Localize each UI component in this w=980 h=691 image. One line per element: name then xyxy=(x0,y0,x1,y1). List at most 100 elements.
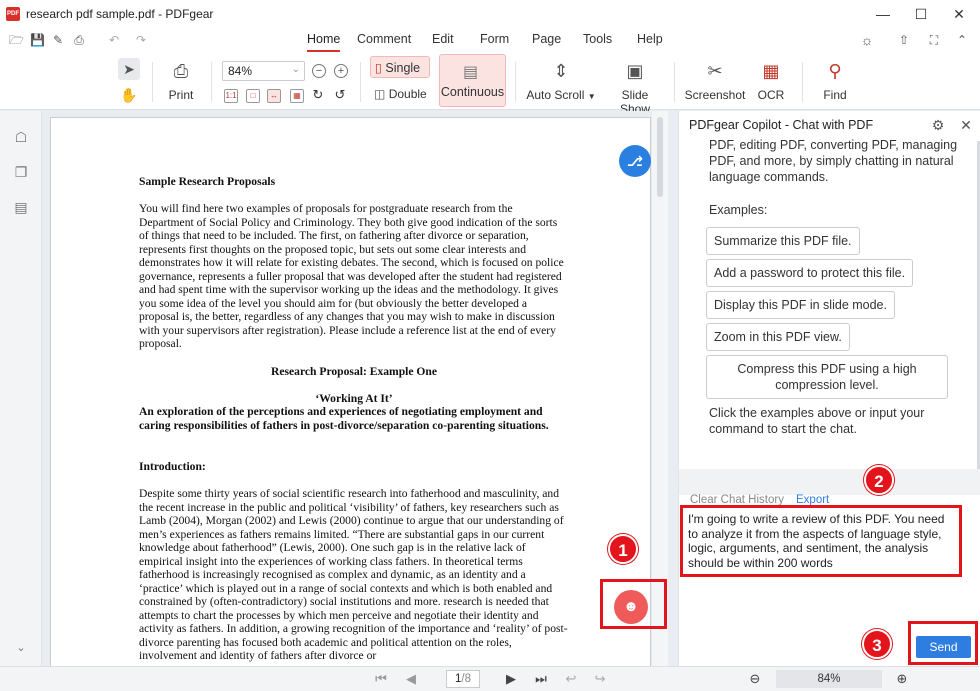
close-window-icon[interactable]: ✕ xyxy=(936,0,980,28)
tab-comment[interactable]: Comment xyxy=(357,32,411,52)
intro-text: PDF, editing PDF, converting PDF, managi… xyxy=(709,138,958,184)
thumbnails-icon[interactable]: ❐ xyxy=(13,164,29,180)
screenshot-button[interactable]: ✂ Screenshot xyxy=(684,60,746,102)
window-title: research pdf sample.pdf - PDFgear xyxy=(26,7,214,21)
document-viewer[interactable]: Sample Research Proposals You will find … xyxy=(43,111,668,666)
fit-visible-icon[interactable]: ▦ xyxy=(290,89,304,103)
pdf-page: Sample Research Proposals You will find … xyxy=(50,117,651,666)
slide-show-button[interactable]: ▣ Slide Show xyxy=(605,60,665,116)
single-label: Single xyxy=(385,61,421,75)
save-as-icon[interactable]: ✎ xyxy=(51,33,65,47)
double-page-button[interactable]: ◫ Double xyxy=(374,87,434,101)
doc-heading: Research Proposal: Example One xyxy=(270,365,438,378)
find-icon: ⚲ xyxy=(828,61,842,81)
rotate-right-icon[interactable]: ↻ xyxy=(311,87,325,103)
first-page-icon[interactable]: ⏮ xyxy=(373,671,389,687)
rotate-left-icon[interactable]: ↺ xyxy=(333,87,347,103)
example-button[interactable]: Compress this PDF using a high compressi… xyxy=(706,355,948,399)
tab-page[interactable]: Page xyxy=(532,32,561,52)
open-folder-icon[interactable]: 🗁 xyxy=(9,33,24,47)
tab-edit[interactable]: Edit xyxy=(432,32,454,52)
comments-icon[interactable]: ▤ xyxy=(13,199,29,215)
example-button[interactable]: Zoom in this PDF view. xyxy=(706,323,850,351)
undo-icon[interactable]: ↶ xyxy=(107,33,121,47)
page-number-field[interactable]: 1/8 xyxy=(446,670,480,688)
doc-heading: An exploration of the perceptions and ex… xyxy=(139,405,549,432)
close-icon[interactable]: ✕ xyxy=(958,117,974,133)
find-button[interactable]: ⚲ Find xyxy=(818,60,852,102)
annotation-number-1: 1 xyxy=(608,534,638,564)
chat-messages: PDF, editing PDF, converting PDF, managi… xyxy=(679,138,980,469)
auto-scroll-label: Auto Scroll xyxy=(526,88,585,102)
chevron-down-icon: ▼ xyxy=(587,92,596,101)
redo-icon[interactable]: ↷ xyxy=(134,33,148,47)
ocr-icon: ▦ xyxy=(762,61,780,81)
example-button[interactable]: Add a password to protect this file. xyxy=(706,259,914,287)
tab-tools[interactable]: Tools xyxy=(583,32,612,52)
zoom-in-icon[interactable]: + xyxy=(334,64,348,78)
translate-icon[interactable]: ⎇ xyxy=(619,145,651,177)
fit-width-icon[interactable]: ↔ xyxy=(267,89,281,103)
doc-paragraph: Despite some thirty years of social scie… xyxy=(139,487,568,662)
zoom-out-icon[interactable]: ⊖ xyxy=(747,671,763,687)
hand-tool-icon[interactable]: ✋ xyxy=(118,84,140,106)
share-icon[interactable]: ⇧ xyxy=(897,33,911,47)
previous-page-icon[interactable]: ◀ xyxy=(403,671,419,687)
annotation-number-3: 3 xyxy=(862,629,892,659)
actual-size-icon[interactable]: 1:1 xyxy=(224,89,238,103)
chevron-down-icon[interactable]: ⌄ xyxy=(13,641,29,657)
select-tool-icon[interactable]: ➤ xyxy=(118,58,140,80)
scrollbar-thumb[interactable] xyxy=(657,117,663,197)
ocr-button[interactable]: ▦ OCR xyxy=(754,60,788,102)
single-page-icon: ▯ xyxy=(375,61,382,75)
fit-page-icon[interactable]: □ xyxy=(246,89,260,103)
next-page-icon[interactable]: ▶ xyxy=(503,671,519,687)
example-button[interactable]: Summarize this PDF file. xyxy=(706,227,860,255)
tab-home[interactable]: Home xyxy=(307,32,341,52)
auto-scroll-button[interactable]: ⇕ Auto Scroll ▼ xyxy=(526,60,596,102)
doc-paragraph: You will find here two examples of propo… xyxy=(139,202,564,350)
print-button[interactable]: ⎙ Print xyxy=(162,60,200,102)
next-view-icon[interactable]: ↪ xyxy=(592,671,608,687)
status-bar: ⏮ ◀ 1/8 ▶ ⏭ ↩ ↪ ⊖ 84% ⊕ xyxy=(0,666,980,691)
tab-form[interactable]: Form xyxy=(480,32,509,52)
left-sidebar: ☖ ❐ ▤ ⌄ xyxy=(0,111,42,666)
find-label: Find xyxy=(823,88,847,102)
save-icon[interactable]: 💾 xyxy=(30,33,45,47)
ocr-label: OCR xyxy=(757,88,785,102)
screenshot-label: Screenshot xyxy=(684,88,746,102)
print-quick-icon[interactable]: ⎙ xyxy=(72,33,86,47)
examples-label: Examples: xyxy=(709,203,768,217)
printer-icon: ⎙ xyxy=(173,61,189,81)
theme-icon[interactable]: ☼ xyxy=(860,33,874,47)
continuous-button[interactable]: ▤ Continuous xyxy=(439,54,506,107)
hint-text: Click the examples above or input your c… xyxy=(709,406,925,436)
page-total: /8 xyxy=(461,673,471,685)
previous-view-icon[interactable]: ↩ xyxy=(563,671,579,687)
slide-show-icon: ▣ xyxy=(626,61,644,81)
collapse-ribbon-icon[interactable]: ⌃ xyxy=(955,33,969,47)
copilot-settings-icon[interactable]: ⚙ xyxy=(930,117,946,133)
scissors-icon: ✂ xyxy=(707,61,723,81)
continuous-icon: ▤ xyxy=(463,64,479,81)
example-button[interactable]: Display this PDF in slide mode. xyxy=(706,291,895,319)
annotation-box-2 xyxy=(680,505,962,577)
double-label: Double xyxy=(388,87,427,101)
bookmark-icon[interactable]: ☖ xyxy=(13,129,29,145)
ribbon-toolbar: ➤ ✋ ⎙ Print 84% ⌄ − + 1:1 □ ↔ ▦ ↻ ↺ ▯ Si… xyxy=(0,52,980,116)
annotation-box-1 xyxy=(600,579,667,629)
pdfgear-logo-icon: PDF xyxy=(6,7,20,21)
menu-bar: 🗁 💾 ✎ ⎙ ↶ ↷ Home Comment Edit Form Page … xyxy=(0,28,980,52)
zoom-level-field[interactable]: 84% xyxy=(776,670,882,688)
tab-help[interactable]: Help xyxy=(637,32,663,52)
panel-title: PDFgear Copilot - Chat with PDF xyxy=(689,118,874,132)
last-page-icon[interactable]: ⏭ xyxy=(533,671,549,687)
doc-heading: Sample Research Proposals xyxy=(139,175,276,188)
single-page-button[interactable]: ▯ Single xyxy=(370,56,430,78)
zoom-value: 84% xyxy=(228,64,253,78)
zoom-select[interactable]: 84% ⌄ xyxy=(222,61,305,81)
fullscreen-icon[interactable]: ⛶ xyxy=(927,33,941,47)
zoom-in-icon[interactable]: ⊕ xyxy=(894,671,910,687)
chat-divider xyxy=(679,469,980,495)
zoom-out-icon[interactable]: − xyxy=(312,64,326,78)
